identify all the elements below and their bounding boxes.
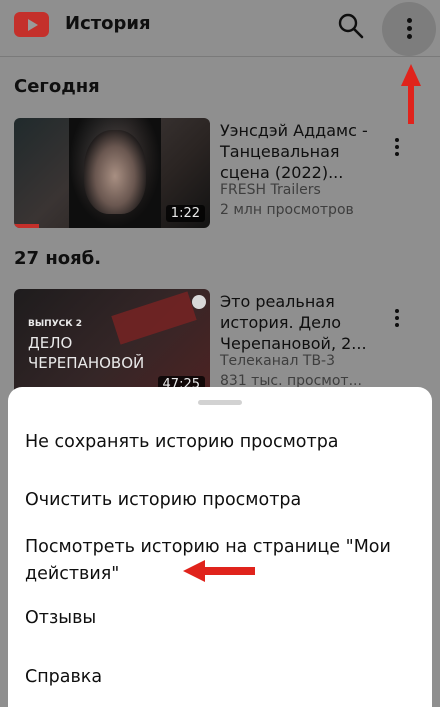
header-divider: [0, 56, 440, 57]
menu-item-pause-history[interactable]: Не сохранять историю просмотра: [25, 429, 420, 456]
video-menu-button[interactable]: [390, 138, 404, 162]
video-channel: Телеканал ТВ-3: [220, 353, 336, 369]
app-header: История: [0, 0, 440, 56]
video-title[interactable]: Это реальная история. Дело Черепановой, …: [220, 291, 380, 354]
section-title-nov27: 27 нояб.: [14, 248, 102, 269]
menu-item-help[interactable]: Справка: [25, 664, 420, 691]
annotation-arrow-up-icon: [401, 64, 421, 124]
watch-progress-bar: [14, 224, 40, 228]
more-vertical-icon: [407, 18, 412, 42]
section-title-today: Сегодня: [14, 76, 100, 97]
sheet-drag-handle[interactable]: [198, 400, 242, 405]
more-options-button[interactable]: [382, 2, 436, 56]
menu-item-feedback[interactable]: Отзывы: [25, 605, 420, 632]
menu-item-clear-history[interactable]: Очистить историю просмотра: [25, 487, 420, 514]
annotation-arrow-left-icon: [183, 560, 255, 582]
search-button[interactable]: [335, 10, 367, 42]
duration-badge: 1:22: [165, 205, 205, 222]
channel-badge-icon: [192, 295, 206, 309]
thumbnail-caption-big: ДЕЛО ЧЕРЕПАНОВОЙ: [28, 334, 145, 372]
page-title: История: [65, 13, 151, 34]
video-menu-button[interactable]: [390, 309, 404, 333]
video-title[interactable]: Уэнсдэй Аддамс - Танцевальная сцена (202…: [220, 120, 380, 183]
youtube-logo-icon[interactable]: [14, 12, 49, 37]
video-thumbnail[interactable]: ВЫПУСК 2 ДЕЛО ЧЕРЕПАНОВОЙ 47:25: [14, 289, 210, 399]
thumbnail-caption-small: ВЫПУСК 2: [28, 319, 83, 329]
history-options-sheet: Не сохранять историю просмотра Очистить …: [8, 387, 432, 707]
video-item[interactable]: 1:22 Уэнсдэй Аддамс - Танцевальная сцена…: [14, 118, 434, 233]
video-channel: FRESH Trailers: [220, 182, 321, 198]
search-icon: [338, 13, 364, 39]
history-screen: История Сегодня 1:22 Уэнсдэй Аддамс - Та…: [0, 0, 440, 707]
video-views: 2 млн просмотров: [220, 202, 354, 218]
video-thumbnail[interactable]: 1:22: [14, 118, 210, 228]
